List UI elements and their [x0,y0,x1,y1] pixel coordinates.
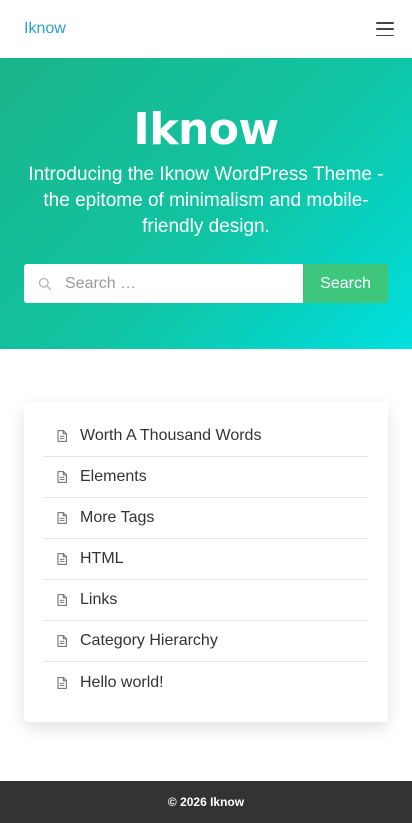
document-icon [57,594,67,606]
post-list-item[interactable]: Elements [44,457,368,498]
document-icon [57,676,67,689]
site-brand-link[interactable]: Iknow [24,20,66,38]
post-title: Worth A Thousand Words [80,427,262,444]
document-icon [57,553,67,565]
post-title: HTML [80,550,124,567]
menu-bar [376,34,394,36]
footer-copyright: © 2026 Iknow [167,795,245,809]
menu-bar [376,28,394,30]
search-icon [38,277,52,291]
site-footer: © 2026 Iknow [0,781,412,823]
document-icon [57,430,67,442]
document-icon [57,635,67,647]
post-list-item[interactable]: HTML [44,539,368,580]
post-list-item[interactable]: Worth A Thousand Words [44,416,368,457]
post-list-item[interactable]: Category Hierarchy [44,621,368,662]
search-form: Search [24,264,388,303]
post-list: Worth A Thousand Words Elements More Tags H… [44,416,368,703]
post-title: More Tags [80,509,155,526]
recent-posts-card: Worth A Thousand Words Elements More Tags H… [24,402,388,722]
hero-description: Introducing the Iknow WordPress Theme - … [28,164,384,237]
search-input[interactable] [24,264,303,303]
document-icon [57,471,67,483]
post-title: Links [80,591,118,608]
post-title: Hello world! [80,673,164,691]
hero-banner: Iknow Introducing the Iknow WordPress Th… [0,58,412,349]
post-list-item[interactable]: Links [44,580,368,621]
hamburger-menu-icon[interactable] [376,22,394,36]
post-title: Elements [80,468,147,485]
post-list-item[interactable]: Hello world! [44,662,368,703]
post-title: Category Hierarchy [80,632,218,649]
site-header: Iknow [0,0,412,58]
hero-title: Iknow [133,104,279,155]
search-field-wrapper [24,264,303,303]
document-icon [57,512,67,524]
search-button[interactable]: Search [303,264,388,303]
menu-bar [376,22,394,24]
post-list-item[interactable]: More Tags [44,498,368,539]
